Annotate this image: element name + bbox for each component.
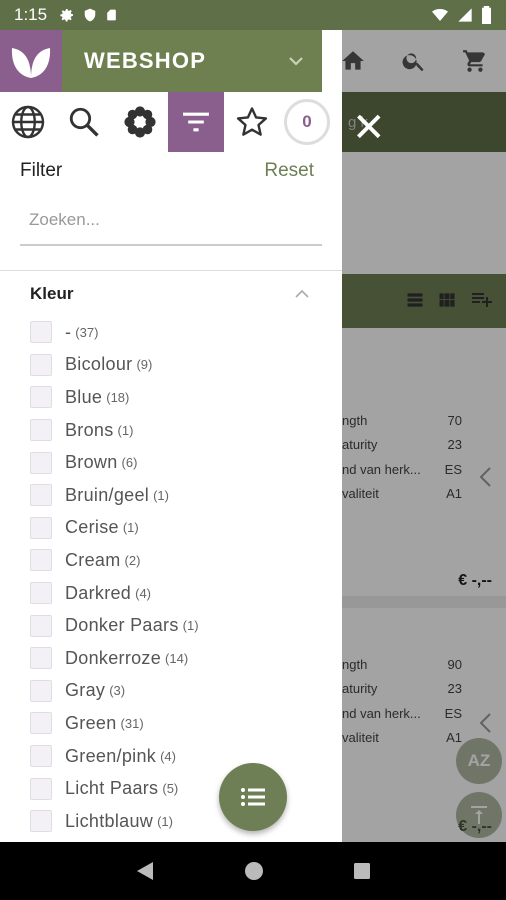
filter-option[interactable]: Green (31) <box>30 707 330 740</box>
filter-drawer: WEBSHOP 0 Filter Reset Zoeken... Kleur -… <box>0 30 342 842</box>
drawer-toolbar: 0 <box>0 92 342 152</box>
checkbox[interactable] <box>30 712 52 735</box>
checkbox[interactable] <box>30 647 52 670</box>
chevron-down-icon <box>289 57 303 66</box>
leaf-logo-icon <box>11 48 51 78</box>
checkbox[interactable] <box>30 614 52 637</box>
system-nav-bar <box>0 842 506 900</box>
battery-status-icon <box>482 6 491 24</box>
flower-category-button[interactable] <box>112 92 168 152</box>
filter-option[interactable]: Cream (2) <box>30 544 330 577</box>
checkbox[interactable] <box>30 582 52 605</box>
list-icon <box>241 788 265 806</box>
filter-option[interactable]: - (37) <box>30 316 330 349</box>
section-title: Kleur <box>30 284 74 303</box>
search-icon <box>69 107 99 137</box>
scrim[interactable] <box>342 30 506 842</box>
recents-icon[interactable] <box>353 862 371 880</box>
filter-option[interactable]: Gray (3) <box>30 675 330 708</box>
filter-option[interactable]: Donker Paars (1) <box>30 609 330 642</box>
selection-count-badge[interactable]: 0 <box>284 99 330 145</box>
filter-option[interactable]: Brons (1) <box>30 414 330 447</box>
checkbox[interactable] <box>30 679 52 702</box>
checkbox[interactable] <box>30 353 52 376</box>
checkbox[interactable] <box>30 419 52 442</box>
checkbox[interactable] <box>30 451 52 474</box>
filter-option[interactable]: Brown (6) <box>30 446 330 479</box>
search-tab-button[interactable] <box>56 92 112 152</box>
language-button[interactable] <box>0 92 56 152</box>
apply-filter-fab[interactable] <box>219 763 287 831</box>
checkbox[interactable] <box>30 549 52 572</box>
wifi-status-icon <box>432 9 448 21</box>
color-options-list: - (37) Bicolour (9) Blue (18) Brons (1) Brow… <box>30 316 330 838</box>
checkbox[interactable] <box>30 777 52 800</box>
shop-title: WEBSHOP <box>84 48 207 73</box>
status-bar: 1:15 <box>0 0 506 30</box>
filter-option[interactable]: Lichtblauw (1) <box>30 805 330 838</box>
filter-title: Filter <box>20 160 63 181</box>
checkbox[interactable] <box>30 484 52 507</box>
star-icon <box>236 107 268 136</box>
filter-option[interactable]: Green/pink (4) <box>30 740 330 773</box>
globe-icon <box>11 105 45 139</box>
filter-option[interactable]: Cerise (1) <box>30 512 330 545</box>
settings-status-icon <box>60 9 74 22</box>
filter-option[interactable]: Blue (18) <box>30 381 330 414</box>
divider <box>0 270 342 271</box>
close-icon[interactable]: ✕ <box>352 108 386 148</box>
shield-status-icon <box>84 8 96 22</box>
search-input[interactable]: Zoeken... <box>20 202 322 246</box>
kleur-section-header[interactable]: Kleur <box>30 284 310 304</box>
checkbox[interactable] <box>30 516 52 539</box>
checkbox[interactable] <box>30 386 52 409</box>
checkbox[interactable] <box>30 745 52 768</box>
favorites-button[interactable] <box>224 92 280 152</box>
shop-selector[interactable]: WEBSHOP <box>0 30 322 92</box>
status-time: 1:15 <box>14 5 48 24</box>
filter-tab-button[interactable] <box>168 92 224 152</box>
checkbox[interactable] <box>30 321 52 344</box>
chevron-up-icon <box>295 289 309 298</box>
sd-card-status-icon <box>107 9 116 21</box>
flower-icon <box>124 106 156 138</box>
reset-button[interactable]: Reset <box>264 160 314 182</box>
signal-status-icon <box>458 8 472 22</box>
filter-option[interactable]: Donkerroze (14) <box>30 642 330 675</box>
filter-header: Filter Reset <box>20 160 314 182</box>
filter-option[interactable]: Bicolour (9) <box>30 349 330 382</box>
filter-option[interactable]: Darkred (4) <box>30 577 330 610</box>
checkbox[interactable] <box>30 810 52 833</box>
logo <box>0 30 62 92</box>
filter-list-icon <box>183 112 209 132</box>
back-icon[interactable] <box>135 860 155 882</box>
filter-option[interactable]: Bruin/geel (1) <box>30 479 330 512</box>
home-nav-icon[interactable] <box>244 861 264 881</box>
